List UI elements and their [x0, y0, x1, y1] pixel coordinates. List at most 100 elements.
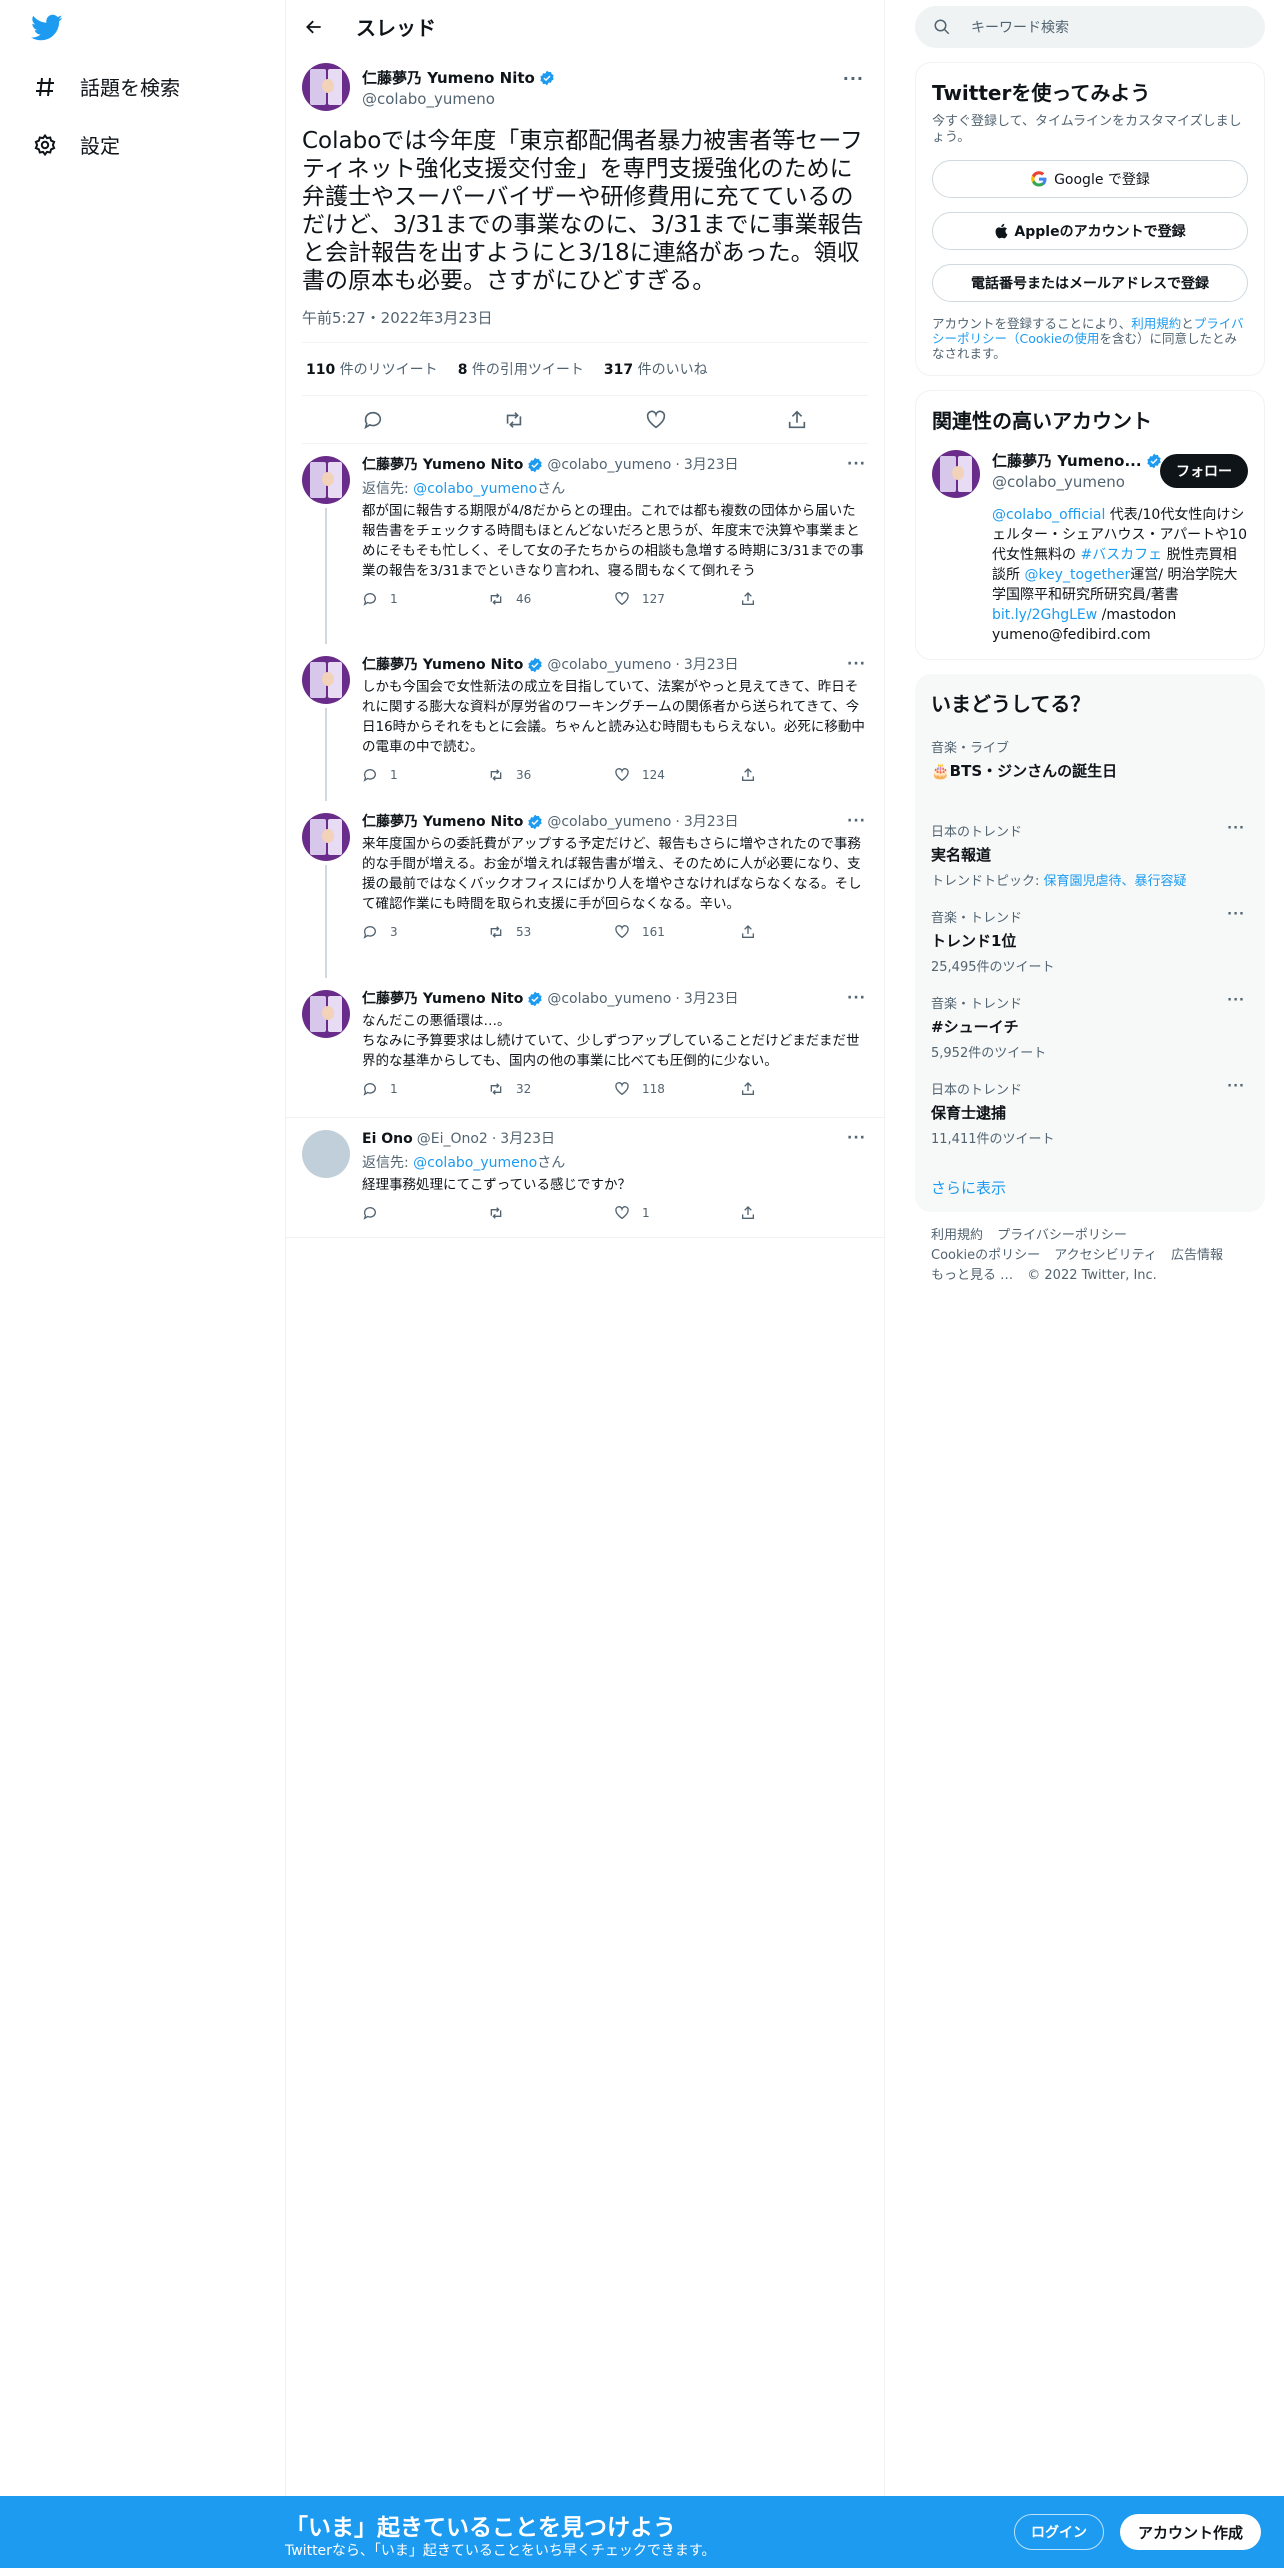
nav-explore[interactable]: 話題を検索 [32, 72, 180, 101]
share-button[interactable] [740, 924, 866, 940]
reply-tweet[interactable]: 仁藤夢乃 Yumeno Nito @colabo_yumeno · 3月23日 … [286, 978, 884, 1118]
reply-date[interactable]: 3月23日 [684, 456, 739, 474]
reply-author-name[interactable]: 仁藤夢乃 Yumeno Nito [362, 656, 523, 674]
share-button[interactable] [740, 767, 866, 783]
like-button[interactable]: 124 [614, 767, 740, 783]
reply-tweet[interactable]: 仁藤夢乃 Yumeno Nito @colabo_yumeno · 3月23日 … [286, 644, 884, 801]
trend-item[interactable]: 日本のトレンド 実名報道 トレンドトピック: 保育園児虐待、暴行容疑 ··· [931, 821, 1249, 889]
reply-author-handle[interactable]: @colabo_yumeno [547, 456, 671, 474]
retweet-icon[interactable] [503, 409, 525, 431]
trend-item[interactable]: 日本のトレンド 保育士逮捕 11,411件のツイート ··· [931, 1079, 1249, 1147]
reply-date[interactable]: 3月23日 [500, 1130, 555, 1148]
reply-author-handle[interactable]: @colabo_yumeno [547, 813, 671, 831]
share-button[interactable] [740, 591, 866, 607]
back-arrow-icon[interactable] [304, 16, 326, 38]
like-button[interactable]: 127 [614, 591, 740, 607]
replying-to-link[interactable]: @colabo_yumeno [413, 1155, 537, 1171]
reply-button[interactable] [362, 1205, 488, 1221]
signup-button[interactable]: アカウント作成 [1120, 2514, 1262, 2550]
share-icon[interactable] [786, 409, 808, 431]
trend-item[interactable]: 音楽・トレンド トレンド1位 25,495件のツイート ··· [931, 907, 1249, 975]
footer-link[interactable]: もっと見る … [931, 1268, 1013, 1283]
reply-button[interactable]: 3 [362, 924, 488, 940]
avatar[interactable] [302, 813, 350, 861]
more-options-icon[interactable]: ··· [1227, 1079, 1245, 1094]
like-button[interactable]: 118 [614, 1081, 740, 1097]
footer-link[interactable]: 利用規約 [931, 1228, 983, 1243]
more-options-icon[interactable]: ··· [847, 813, 866, 829]
bio-link[interactable]: @colabo_official [992, 507, 1105, 523]
like-button[interactable]: 161 [614, 924, 740, 940]
reply-author-handle[interactable]: @colabo_yumeno [547, 990, 671, 1008]
replying-to-link[interactable]: @colabo_yumeno [413, 481, 537, 497]
reply-author-name[interactable]: 仁藤夢乃 Yumeno Nito [362, 456, 523, 474]
terms-link[interactable]: 利用規約 [1131, 316, 1181, 331]
login-button[interactable]: ログイン [1014, 2514, 1104, 2550]
reply-tweet[interactable]: 仁藤夢乃 Yumeno Nito @colabo_yumeno · 3月23日 … [286, 444, 884, 644]
avatar[interactable] [302, 63, 350, 111]
more-options-icon[interactable]: ··· [1227, 993, 1245, 1008]
google-signup-button[interactable]: Google で登録 [932, 160, 1248, 198]
twitter-logo-icon[interactable] [31, 14, 63, 44]
reply-tweet[interactable]: 仁藤夢乃 Yumeno Nito @colabo_yumeno · 3月23日 … [286, 801, 884, 978]
trend-item[interactable]: 音楽・ライブ 🎂BTS・ジンさんの誕生日 [931, 737, 1249, 781]
apple-signup-button[interactable]: Appleのアカウントで登録 [932, 212, 1248, 250]
nav-settings[interactable]: 設定 [32, 130, 120, 159]
avatar[interactable] [302, 1130, 350, 1178]
show-more-link[interactable]: さらに表示 [931, 1177, 1249, 1198]
reply-icon[interactable] [362, 409, 384, 431]
trend-item[interactable]: 音楽・トレンド #シューイチ 5,952件のツイート ··· [931, 993, 1249, 1061]
avatar[interactable] [302, 656, 350, 704]
phone-signup-button[interactable]: 電話番号またはメールアドレスで登録 [932, 264, 1248, 302]
reply-button[interactable]: 1 [362, 591, 488, 607]
avatar[interactable] [932, 450, 980, 498]
more-options-icon[interactable]: ··· [847, 656, 866, 672]
tweet-timestamp[interactable]: 午前5:27・2022年3月23日 [302, 307, 868, 343]
follow-button[interactable]: フォロー [1160, 454, 1248, 488]
more-options-icon[interactable]: ··· [1227, 907, 1245, 922]
more-options-icon[interactable]: ··· [847, 990, 866, 1006]
quote-count[interactable]: 8 件の引用ツイート [458, 359, 584, 379]
search-input[interactable]: キーワード検索 [915, 6, 1265, 48]
bio-link[interactable]: #バスカフェ [1080, 547, 1162, 563]
retweet-button[interactable]: 32 [488, 1081, 614, 1097]
like-button[interactable]: 1 [614, 1205, 740, 1221]
reply-button[interactable]: 1 [362, 1081, 488, 1097]
retweet-button[interactable]: 36 [488, 767, 614, 783]
reply-author-name[interactable]: 仁藤夢乃 Yumeno Nito [362, 990, 523, 1008]
related-name[interactable]: 仁藤夢乃 Yumeno... [992, 450, 1142, 471]
author-name[interactable]: 仁藤夢乃 Yumeno Nito [362, 67, 535, 88]
footer-link[interactable]: 広告情報 [1171, 1248, 1223, 1263]
reply-button[interactable]: 1 [362, 767, 488, 783]
bio-link[interactable]: @key_together [1024, 567, 1130, 583]
avatar[interactable] [302, 456, 350, 504]
reply-author-name[interactable]: 仁藤夢乃 Yumeno Nito [362, 813, 523, 831]
more-options-icon[interactable]: ··· [847, 456, 866, 472]
related-account[interactable]: 仁藤夢乃 Yumeno... @colabo_yumeno @colabo_of… [932, 450, 1248, 645]
footer-link[interactable]: アクセシビリティ [1054, 1248, 1157, 1263]
more-options-icon[interactable]: ··· [843, 69, 864, 88]
share-button[interactable] [740, 1081, 866, 1097]
bio-link[interactable]: bit.ly/2GhgLEw [992, 607, 1097, 623]
reply-author-handle[interactable]: @Ei_Ono2 [417, 1130, 488, 1148]
retweet-count[interactable]: 110 件のリツイート [306, 359, 438, 379]
share-button[interactable] [740, 1205, 866, 1221]
more-options-icon[interactable]: ··· [847, 1130, 866, 1146]
reply-tweet[interactable]: Ei Ono @Ei_Ono2 · 3月23日 ··· 返信先: @colabo… [286, 1118, 884, 1238]
author-handle[interactable]: @colabo_yumeno [362, 90, 555, 108]
retweet-button[interactable]: 53 [488, 924, 614, 940]
reply-date[interactable]: 3月23日 [684, 656, 739, 674]
trend-topic-link[interactable]: 保育園児虐待、暴行容疑 [1044, 874, 1187, 889]
avatar[interactable] [302, 990, 350, 1038]
reply-date[interactable]: 3月23日 [684, 990, 739, 1008]
like-icon[interactable] [645, 409, 667, 431]
footer-link[interactable]: プライバシーポリシー [997, 1228, 1127, 1243]
retweet-button[interactable] [488, 1205, 614, 1221]
reply-author-handle[interactable]: @colabo_yumeno [547, 656, 671, 674]
footer-link[interactable]: Cookieのポリシー [931, 1248, 1040, 1263]
more-options-icon[interactable]: ··· [1227, 821, 1245, 836]
reply-date[interactable]: 3月23日 [684, 813, 739, 831]
like-count[interactable]: 317 件のいいね [604, 359, 708, 379]
reply-author-name[interactable]: Ei Ono [362, 1130, 413, 1148]
retweet-button[interactable]: 46 [488, 591, 614, 607]
